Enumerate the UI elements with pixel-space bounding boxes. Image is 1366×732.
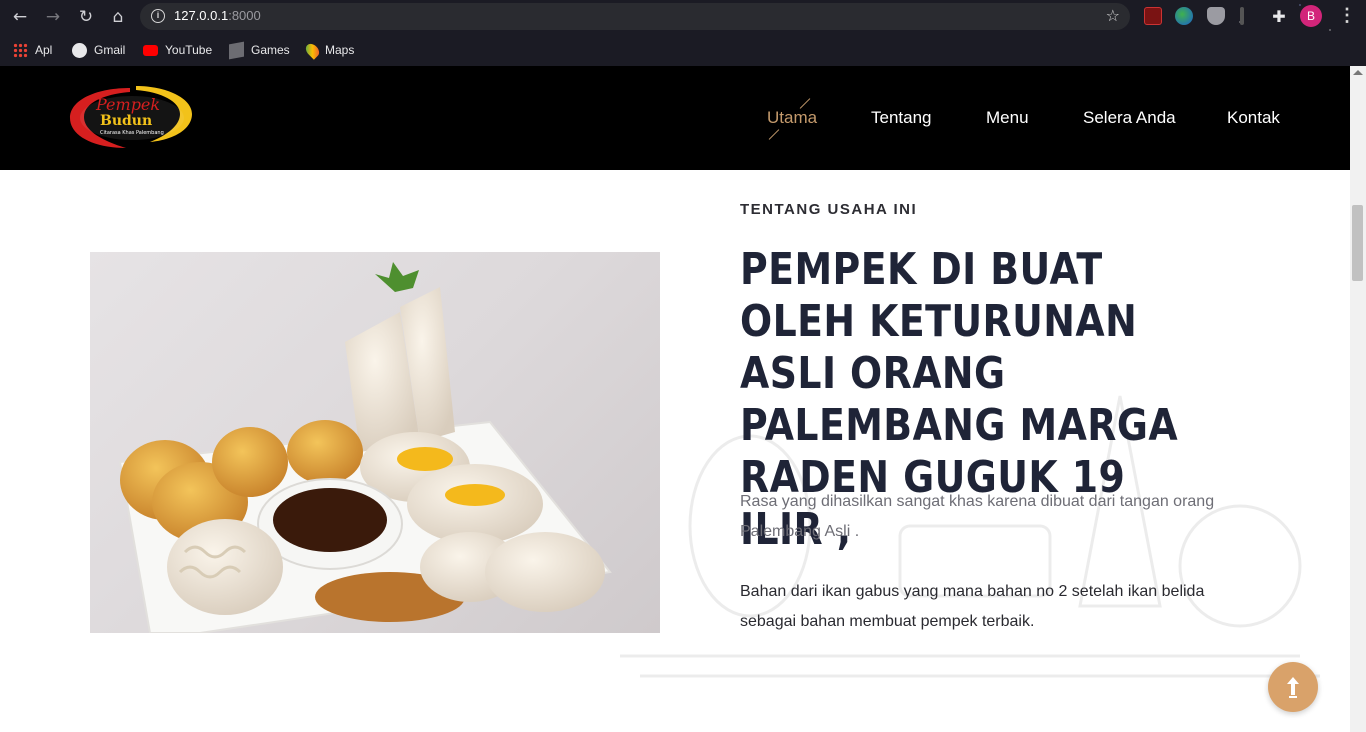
svg-text:Budun: Budun bbox=[100, 113, 152, 129]
bookmark-label: Maps bbox=[325, 43, 355, 57]
site-logo[interactable]: Pempek Budun Citarasa Khas Palembang bbox=[66, 84, 194, 150]
url-port: :8000 bbox=[228, 8, 261, 23]
nav-utama[interactable]: Utama bbox=[767, 108, 817, 128]
browser-toolbar: ← → ↻ ⌂ i 127.0.0.1:8000 ☆ ✚ B ⋮ bbox=[0, 0, 1366, 34]
nav-tentang[interactable]: Tentang bbox=[871, 108, 932, 128]
url-text: 127.0.0.1:8000 bbox=[174, 8, 261, 23]
bookmark-label: Games bbox=[251, 43, 290, 57]
extensions-puzzle-icon[interactable]: ✚ bbox=[1268, 6, 1290, 28]
url-host: 127.0.0.1 bbox=[174, 8, 229, 23]
shield-extension-icon[interactable] bbox=[1207, 7, 1225, 25]
back-icon[interactable]: ← bbox=[9, 6, 31, 28]
profile-avatar[interactable]: B bbox=[1300, 5, 1322, 27]
nav-selera-anda[interactable]: Selera Anda bbox=[1083, 108, 1176, 128]
address-bar[interactable]: i 127.0.0.1:8000 ☆ bbox=[140, 3, 1130, 30]
food-image bbox=[90, 252, 660, 633]
pdf-extension-icon[interactable] bbox=[1144, 7, 1162, 25]
bookmark-label: YouTube bbox=[165, 43, 213, 57]
games-icon bbox=[229, 41, 244, 59]
about-paragraph-1: Rasa yang dihasilkan sangat khas karena … bbox=[740, 493, 1215, 540]
svg-text:Citarasa Khas Palembang: Citarasa Khas Palembang bbox=[100, 130, 164, 136]
bookmark-youtube[interactable]: YouTube bbox=[143, 40, 212, 60]
nav-kontak[interactable]: Kontak bbox=[1227, 108, 1280, 128]
toolbar-divider bbox=[1240, 7, 1244, 25]
active-decoration bbox=[768, 129, 780, 140]
bookmark-games[interactable]: Games bbox=[229, 40, 290, 60]
page-scrollbar[interactable] bbox=[1350, 66, 1366, 732]
arrow-up-icon bbox=[1287, 677, 1299, 698]
youtube-icon bbox=[143, 44, 158, 56]
forward-icon[interactable]: → bbox=[42, 6, 64, 28]
globe-extension-icon[interactable] bbox=[1175, 7, 1193, 25]
svg-text:Pempek: Pempek bbox=[95, 95, 160, 114]
site-header: Pempek Budun Citarasa Khas Palembang Uta… bbox=[0, 66, 1350, 170]
apps-grid-icon bbox=[13, 42, 28, 58]
scroll-up-arrow-icon[interactable] bbox=[1353, 70, 1363, 75]
web-page: Pempek Budun Citarasa Khas Palembang Uta… bbox=[0, 66, 1350, 732]
bookmarks-bar: Apl Gmail YouTube Games Maps bbox=[0, 34, 1366, 66]
browser-menu-icon[interactable]: ⋮ bbox=[1338, 5, 1356, 26]
globe-icon bbox=[72, 42, 87, 58]
bookmark-apl[interactable]: Apl bbox=[13, 40, 52, 60]
back-to-top-button[interactable] bbox=[1268, 662, 1318, 712]
logo-graphic: Pempek Budun Citarasa Khas Palembang bbox=[70, 86, 192, 148]
bookmark-label: Apl bbox=[35, 43, 53, 57]
maps-pin-icon bbox=[303, 40, 322, 60]
home-icon[interactable]: ⌂ bbox=[107, 6, 129, 28]
bookmark-maps[interactable]: Maps bbox=[303, 40, 355, 60]
section-eyebrow: TENTANG USAHA INI bbox=[740, 201, 918, 218]
pempek-plate-picture bbox=[118, 262, 612, 633]
bookmark-label: Gmail bbox=[94, 43, 126, 57]
bookmark-gmail[interactable]: Gmail bbox=[72, 40, 125, 60]
about-paragraph-2: Bahan dari ikan gabus yang mana bahan no… bbox=[740, 583, 1205, 630]
reload-icon[interactable]: ↻ bbox=[75, 6, 97, 28]
bookmark-star-icon[interactable]: ☆ bbox=[1106, 6, 1120, 25]
site-info-icon[interactable]: i bbox=[151, 9, 165, 23]
nav-menu[interactable]: Menu bbox=[986, 108, 1029, 128]
scrollbar-thumb[interactable] bbox=[1352, 205, 1363, 281]
